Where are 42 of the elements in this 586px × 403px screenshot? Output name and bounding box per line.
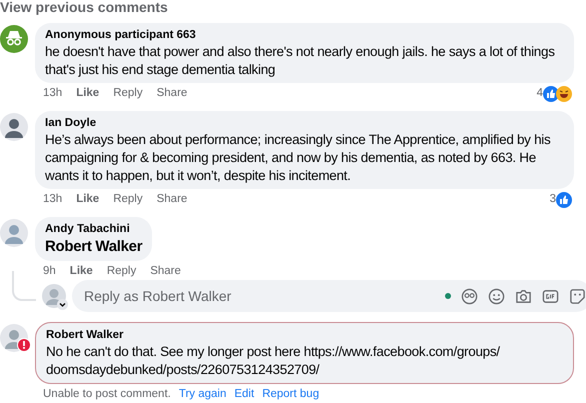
emoji-icon[interactable] [488,288,505,304]
status-dot-icon [445,293,451,299]
comment-text: No he can't do that. See my longer post here https://www.facebook.com/groups/doomsdaydebunked/posts/2260753124352709/ [46,343,501,379]
author-name[interactable]: Robert Walker [46,327,124,343]
link[interactable]: Edit [234,386,254,403]
action-link[interactable]: Reply [113,85,143,103]
comment-text: he doesn't have that power and also there's not nearly enough jails. he says a lot of things that's just his end stage dementia talking [45,43,556,79]
action-link[interactable]: Reply [113,191,143,209]
like-icon [556,192,572,208]
action-link[interactable]: Reply [106,263,136,281]
avatar[interactable] [0,219,28,247]
author-name[interactable]: Ian Doyle [45,115,96,131]
thread-line [12,271,36,301]
action-link[interactable]: Share [150,263,181,281]
reaction-count[interactable]: 4 [536,85,543,103]
reply-field[interactable]: Reply as Robert Walker [82,284,435,308]
error-message: Unable to post comment. [43,387,171,402]
gif-icon[interactable] [542,288,559,304]
timestamp: 9h [43,264,56,280]
action-link[interactable]: Like [76,85,100,103]
mention-link[interactable]: Robert Walker [45,237,142,257]
laughing-face-icon [556,86,572,102]
chevron-down-icon[interactable] [57,299,68,310]
avatar-sticker-icon[interactable] [461,288,478,304]
comment-text: He’s always been about performance; increasingly since The Apprentice, amplified by his campaigning for & becoming president, and now by his dementia, as noted by 663. He wants it to happen, but it won’t, despite his incitement. [45,131,552,185]
reaction-count[interactable]: 3 [550,191,556,209]
action-link[interactable]: Share [156,85,188,103]
action-link[interactable]: Like [76,191,100,209]
link[interactable]: View previous comments [0,0,168,15]
incognito-avatar[interactable] [0,25,28,53]
timestamp: 13h [43,192,62,208]
author-name[interactable]: Andy Tabachini [45,221,130,237]
action-link[interactable]: Share [156,191,188,209]
author-name[interactable]: Anonymous participant 663 [45,27,196,43]
link[interactable]: Report bug [262,386,320,403]
timestamp: 13h [43,86,62,102]
sticker-icon[interactable] [569,288,586,304]
camera-icon[interactable] [515,288,532,304]
link[interactable]: Try again [178,386,226,403]
avatar[interactable] [0,113,28,141]
action-link[interactable]: Like [70,263,93,281]
reply-box[interactable]: Reply as Robert Walker [72,280,586,312]
